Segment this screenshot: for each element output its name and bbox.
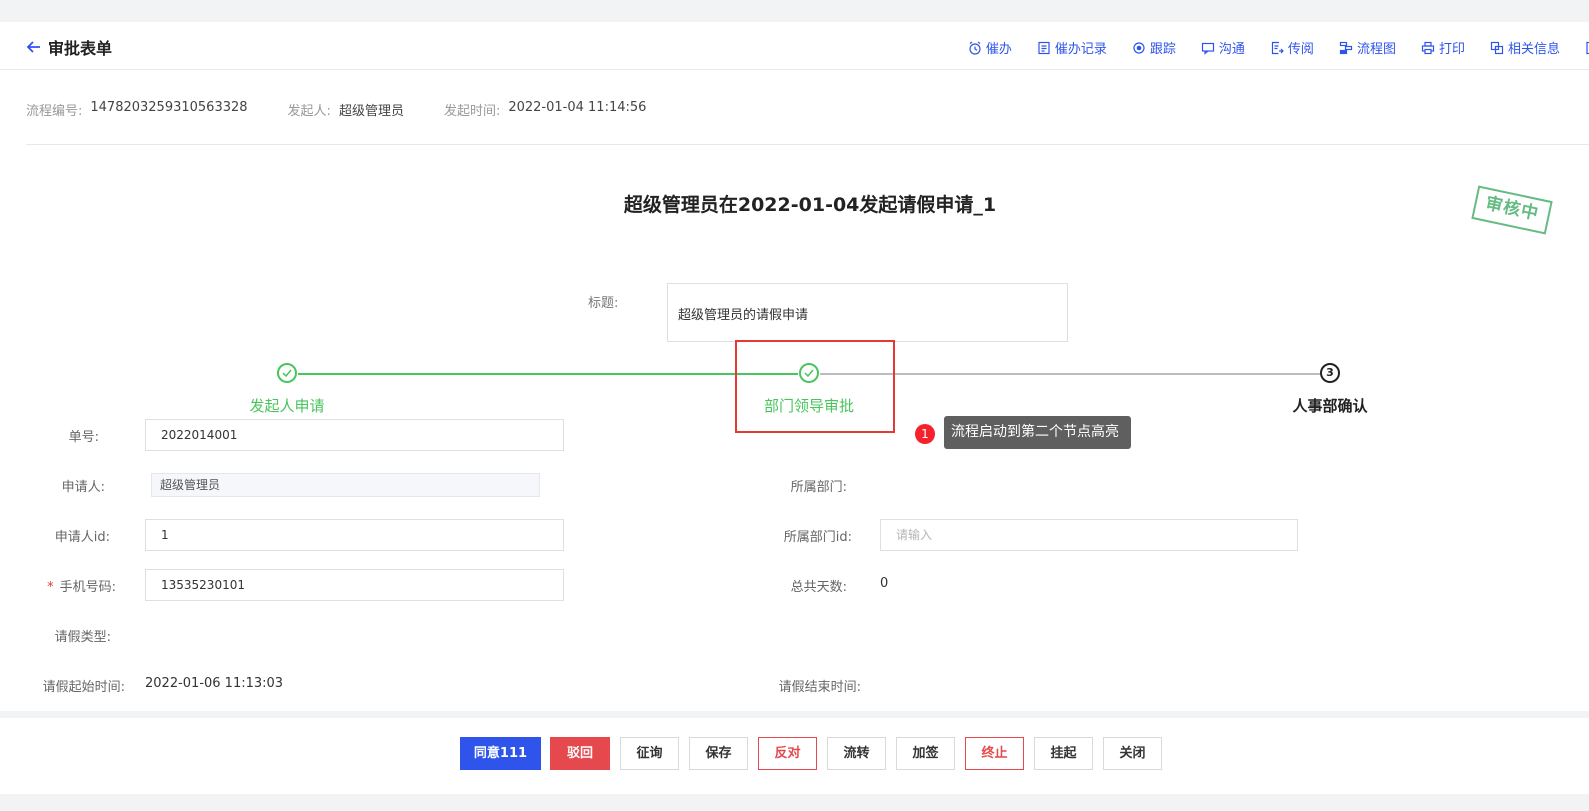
reject-button[interactable]: 驳回 <box>550 737 610 770</box>
target-icon <box>1133 41 1145 54</box>
applicant-input: 超级管理员 <box>151 473 540 497</box>
applicant-id-label: 申请人id: <box>54 530 110 545</box>
flow-meta: 流程编号: 1478203259310563328 发起人: 超级管理员 发起时间:… <box>26 100 686 119</box>
highlight-box <box>735 340 895 433</box>
title-label: 标题: <box>588 296 619 311</box>
suspend-button[interactable]: 挂起 <box>1034 737 1093 770</box>
page-header: 审批表单 催办 催办记录 跟踪 沟通 传阅 流程图 打印 相关信息 <box>0 22 1589 70</box>
step-connector-1 <box>298 373 798 375</box>
related-icon <box>1490 41 1504 54</box>
applicant-label: 申请人: <box>61 480 105 495</box>
circulate-button[interactable]: 传阅 <box>1270 38 1314 57</box>
page-title: 审批表单 <box>48 39 113 58</box>
step-1-dot <box>277 363 297 383</box>
divider <box>26 144 1589 145</box>
leave-start-label: 请假起始时间: <box>42 680 125 695</box>
flowchart-icon <box>1339 41 1353 54</box>
arrow-left-icon <box>26 41 40 53</box>
alarm-clock-icon <box>969 41 981 55</box>
dept-label: 所属部门: <box>790 480 847 495</box>
communicate-button[interactable]: 沟通 <box>1201 38 1245 57</box>
total-days-value: 0 <box>880 576 889 591</box>
start-time-label: 发起时间: <box>443 104 501 119</box>
urge-button[interactable]: 催办 <box>968 38 1012 57</box>
check-icon <box>282 369 292 377</box>
agree-button[interactable]: 同意111 <box>460 737 541 770</box>
action-footer: 同意111 驳回 征询 保存 反对 流转 加签 终止 挂起 关闭 <box>0 718 1589 794</box>
add-sign-button[interactable]: 加签 <box>896 737 955 770</box>
order-no-label: 单号: <box>68 430 99 445</box>
dept-id-input[interactable]: 请输入 <box>880 519 1298 551</box>
approval-panel: 审批表单 催办 催办记录 跟踪 沟通 传阅 流程图 打印 相关信息 流程编号: … <box>0 22 1589 711</box>
annotation-badge: 1 <box>915 424 935 444</box>
flow-no-value: 1478203259310563328 <box>90 100 248 115</box>
print-button[interactable]: 打印 <box>1421 38 1465 57</box>
form-title: 超级管理员在2022-01-04发起请假申请_1 <box>623 194 997 216</box>
dept-id-label: 所属部门id: <box>783 530 852 545</box>
step-3-label: 人事部确认 <box>1292 397 1368 415</box>
flowchart-button[interactable]: 流程图 <box>1339 38 1396 57</box>
annotation-tooltip: 流程启动到第二个节点高亮 <box>944 416 1131 449</box>
handle-icon <box>1586 41 1589 54</box>
step-3-dot: 3 <box>1320 363 1340 383</box>
related-info-button[interactable]: 相关信息 <box>1490 38 1560 57</box>
leave-end-label: 请假结束时间: <box>778 680 861 695</box>
title-field[interactable]: 超级管理员的请假申请 <box>667 283 1068 342</box>
close-button[interactable]: 关闭 <box>1103 737 1162 770</box>
flow-no-label: 流程编号: <box>26 104 83 119</box>
order-no-input[interactable]: 2022014001 <box>145 419 564 451</box>
track-button[interactable]: 跟踪 <box>1132 38 1176 57</box>
handle-button[interactable]: 处理 <box>1585 38 1589 57</box>
required-mark: * <box>47 580 54 595</box>
phone-label: * 手机号码: <box>47 580 116 595</box>
phone-input[interactable]: 13535230101 <box>145 569 564 601</box>
terminate-button[interactable]: 终止 <box>965 737 1024 770</box>
record-icon <box>1038 41 1050 54</box>
save-button[interactable]: 保存 <box>689 737 748 770</box>
header-actions: 催办 催办记录 跟踪 沟通 传阅 流程图 打印 相关信息 <box>943 38 1589 57</box>
leave-start-value: 2022-01-06 11:13:03 <box>145 676 284 691</box>
step-connector-2 <box>820 373 1320 375</box>
back-button[interactable]: 审批表单 <box>26 35 112 59</box>
step-1-label: 发起人申请 <box>249 397 325 415</box>
consult-button[interactable]: 征询 <box>620 737 679 770</box>
initiator-value: 超级管理员 <box>338 104 404 119</box>
share-doc-icon <box>1271 41 1284 54</box>
start-time-value: 2022-01-04 11:14:56 <box>508 100 647 115</box>
chat-icon <box>1201 42 1215 55</box>
printer-icon <box>1421 41 1435 54</box>
leave-type-label: 请假类型: <box>54 630 111 645</box>
total-days-label: 总共天数: <box>790 580 847 595</box>
initiator-label: 发起人: <box>287 104 331 119</box>
transfer-button[interactable]: 流转 <box>827 737 886 770</box>
applicant-id-input[interactable]: 1 <box>145 519 564 551</box>
oppose-button[interactable]: 反对 <box>758 737 817 770</box>
urge-record-button[interactable]: 催办记录 <box>1037 38 1107 57</box>
